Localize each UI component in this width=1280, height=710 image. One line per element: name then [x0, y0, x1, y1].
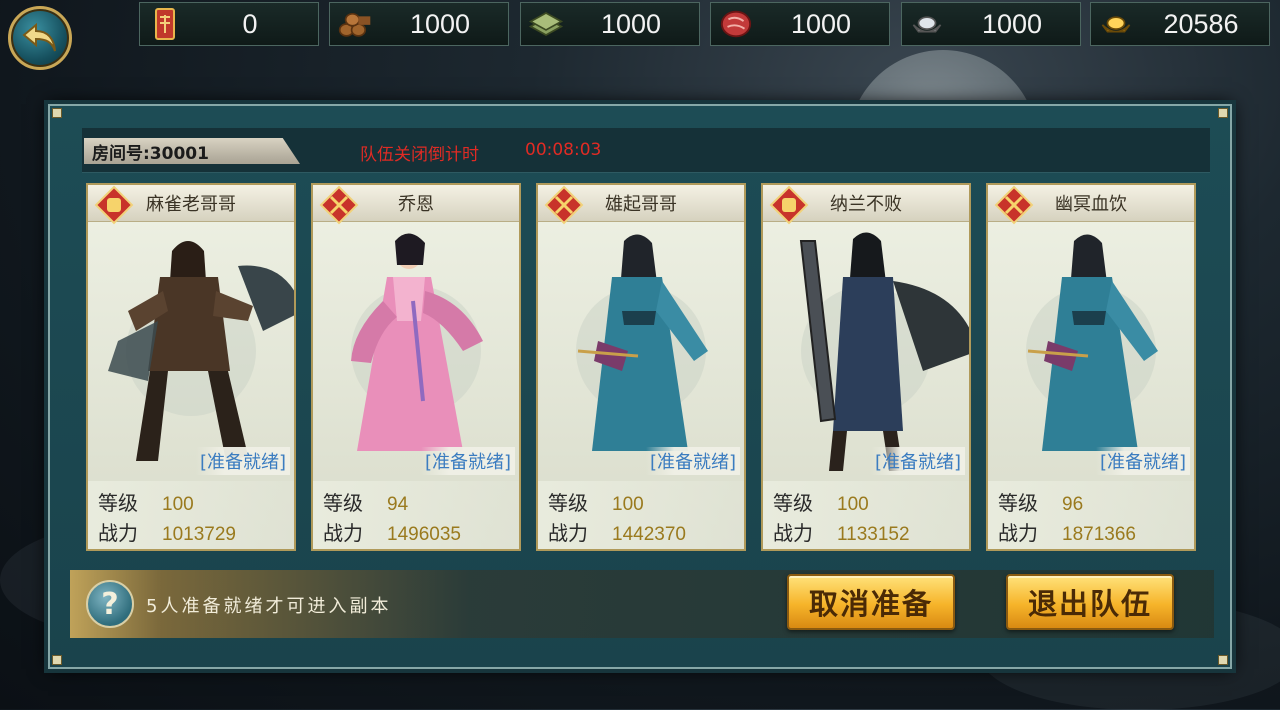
countdown-label: 队伍关闭倒计时: [360, 145, 479, 165]
level-row: 等级 100: [98, 487, 194, 516]
gold-ingot-icon: [1099, 7, 1133, 41]
level-row: 等级 94: [323, 487, 408, 516]
level-value: 100: [162, 494, 194, 515]
resource-value: 0: [242, 8, 258, 39]
member-card[interactable]: 乔恩 [准备就绪] 等级 94 战力 1496035: [311, 183, 521, 551]
resource-value: 1000: [981, 8, 1043, 39]
silver-ingot-icon: [910, 7, 944, 41]
crossed-swords-class-icon: [544, 185, 584, 225]
wood-icon: [338, 7, 372, 41]
resource-value: 1000: [409, 8, 471, 39]
ready-status: [准备就绪]: [1095, 447, 1190, 475]
power-row: 战力 1496035: [323, 517, 461, 546]
leave-team-button[interactable]: 退出队伍: [1006, 574, 1174, 630]
back-arrow-icon: [22, 22, 56, 52]
resource-token: 0: [139, 2, 319, 46]
ready-status: [准备就绪]: [645, 447, 740, 475]
member-stats: 等级 100 战力 1013729: [88, 481, 294, 549]
fist-class-icon: [769, 185, 809, 225]
level-label: 等级: [323, 491, 363, 515]
crossed-swords-class-icon: [319, 185, 359, 225]
level-row: 等级 96: [998, 487, 1083, 516]
character-portrait: [1026, 234, 1158, 451]
level-label: 等级: [548, 491, 588, 515]
fist-class-icon: [94, 185, 134, 225]
resource-value: 20586: [1163, 8, 1239, 39]
ready-status: [准备就绪]: [420, 447, 515, 475]
resource-silver: 1000: [901, 2, 1081, 46]
power-label: 战力: [98, 521, 138, 545]
level-value: 100: [612, 494, 644, 515]
power-value: 1133152: [837, 524, 910, 545]
member-card[interactable]: 雄起哥哥 [准备就绪] 等级 100 战力 1442370: [536, 183, 746, 551]
resource-value: 1000: [600, 8, 662, 39]
power-value: 1871366: [1062, 524, 1136, 545]
meat-icon: [719, 7, 753, 41]
level-row: 等级 100: [773, 487, 869, 516]
member-card[interactable]: 麻雀老哥哥 [准备就绪] 等级 100 战力 1013729: [86, 183, 296, 551]
ready-status: [准备就绪]: [195, 447, 290, 475]
member-card[interactable]: 幽冥血饮 [准备就绪] 等级 96 战力 1871366: [986, 183, 1196, 551]
character-portrait: [799, 232, 969, 471]
power-row: 战力 1013729: [98, 517, 236, 546]
panel-corner: [1218, 655, 1228, 665]
power-label: 战力: [773, 521, 813, 545]
power-row: 战力 1133152: [773, 517, 910, 546]
power-row: 战力 1442370: [548, 517, 686, 546]
level-label: 等级: [98, 491, 138, 515]
resource-stone: 1000: [520, 2, 700, 46]
crossed-swords-class-icon: [994, 185, 1034, 225]
member-stats: 等级 94 战力 1496035: [313, 481, 519, 549]
power-value: 1496035: [387, 524, 461, 545]
level-row: 等级 100: [548, 487, 644, 516]
cancel-ready-button[interactable]: 取消准备: [787, 574, 955, 630]
power-value: 1013729: [162, 524, 236, 545]
level-label: 等级: [773, 491, 813, 515]
member-stats: 等级 100 战力 1133152: [763, 481, 969, 549]
resource-wood: 1000: [329, 2, 509, 46]
question-mark-icon: ?: [101, 586, 119, 622]
power-label: 战力: [998, 521, 1038, 545]
power-label: 战力: [548, 521, 588, 545]
level-label: 等级: [998, 491, 1038, 515]
ready-status: [准备就绪]: [870, 447, 965, 475]
panel-corner: [52, 108, 62, 118]
panel-corner: [1218, 108, 1228, 118]
ready-hint-text: 5人准备就绪才可进入副本: [146, 596, 392, 617]
character-portrait: [108, 241, 294, 461]
level-value: 94: [387, 494, 409, 515]
room-number: 房间号:30001: [84, 138, 300, 164]
countdown-timer: 00:08:03: [525, 140, 602, 160]
resource-gold: 20586: [1090, 2, 1270, 46]
panel-corner: [52, 655, 62, 665]
resource-value: 1000: [790, 8, 852, 39]
resource-meat: 1000: [710, 2, 890, 46]
stone-icon: [529, 7, 563, 41]
help-button[interactable]: ?: [86, 580, 134, 628]
member-stats: 等级 100 战力 1442370: [538, 481, 744, 549]
power-row: 战力 1871366: [998, 517, 1136, 546]
back-button[interactable]: [8, 6, 72, 70]
level-value: 96: [1062, 494, 1084, 515]
token-icon: [148, 7, 182, 41]
member-card[interactable]: 纳兰不败 [准备就绪] 等级 100 战力 1133152: [761, 183, 971, 551]
level-value: 100: [837, 494, 869, 515]
character-portrait: [576, 234, 708, 451]
character-portrait: [351, 233, 483, 451]
power-value: 1442370: [612, 524, 686, 545]
member-stats: 等级 96 战力 1871366: [988, 481, 1194, 549]
power-label: 战力: [323, 521, 363, 545]
